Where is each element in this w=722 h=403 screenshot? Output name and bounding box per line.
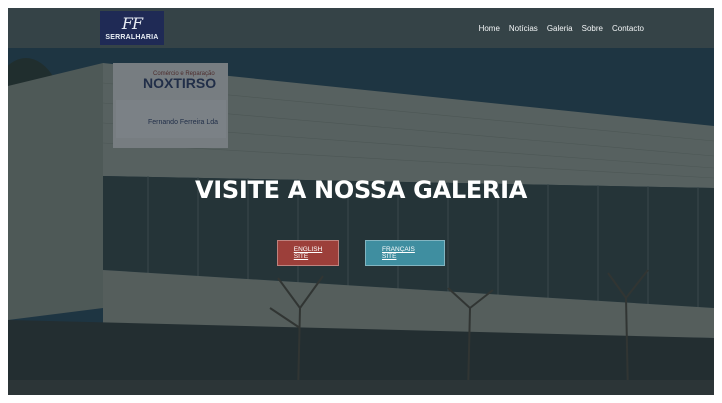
page-frame: NOXTIRSO Comércio e Reparação Fernando F… bbox=[8, 8, 714, 395]
nav-galeria-link[interactable]: Galeria bbox=[547, 24, 573, 33]
nav-contacto-link[interactable]: Contacto bbox=[612, 24, 644, 33]
bottom-band bbox=[8, 380, 714, 395]
french-site-button[interactable]: FRANÇAIS SITE bbox=[365, 240, 445, 266]
top-navbar: FF SERRALHARIA Home Notícias Galeria Sob… bbox=[8, 8, 714, 48]
logo-mark: FF bbox=[121, 13, 143, 33]
main-nav: Home Notícias Galeria Sobre Contacto bbox=[479, 24, 644, 33]
logo-text: SERRALHARIA bbox=[105, 33, 159, 41]
nav-noticias-link[interactable]: Notícias bbox=[509, 24, 538, 33]
language-buttons: ENGLISH SITE FRANÇAIS SITE bbox=[8, 240, 714, 266]
brand-logo[interactable]: FF SERRALHARIA bbox=[100, 11, 164, 45]
english-site-button[interactable]: ENGLISH SITE bbox=[277, 240, 339, 266]
nav-sobre-link[interactable]: Sobre bbox=[582, 24, 603, 33]
nav-home-link[interactable]: Home bbox=[479, 24, 500, 33]
hero-title: VISITE A NOSSA GALERIA bbox=[194, 176, 528, 204]
